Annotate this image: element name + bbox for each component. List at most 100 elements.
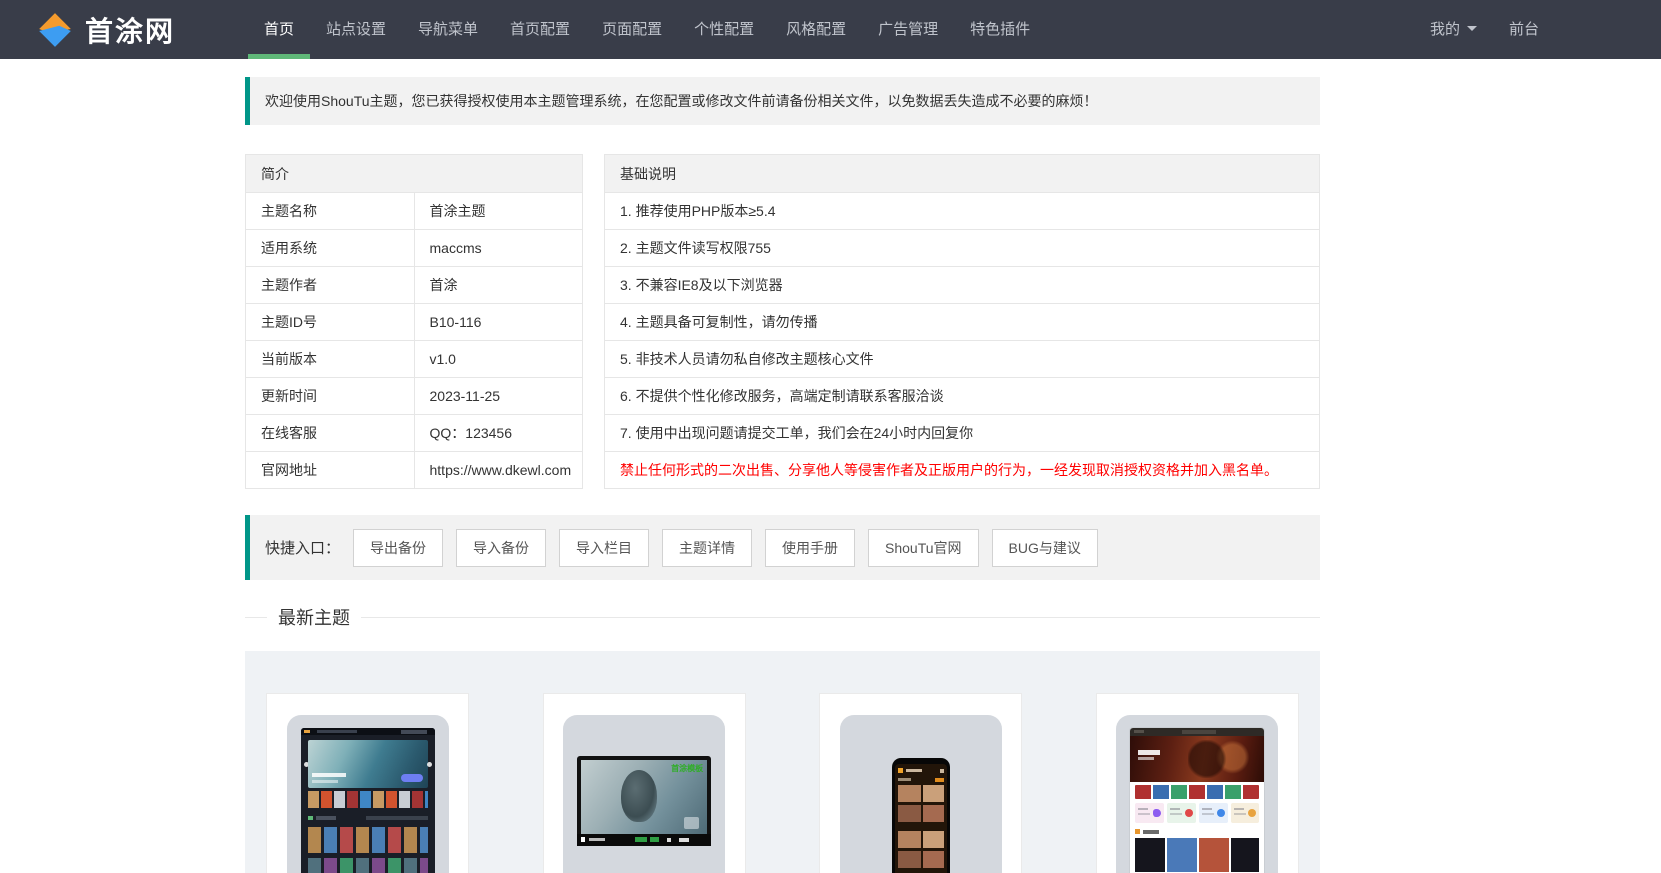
my-label: 我的 xyxy=(1429,21,1460,38)
logo[interactable]: 首涂网 xyxy=(0,0,248,59)
import-categories-button[interactable]: 导入栏目 xyxy=(559,528,650,567)
chevron-down-icon xyxy=(1466,26,1477,36)
nav-item-nav-menu[interactable]: 导航菜单 xyxy=(402,0,494,59)
theme-card[interactable] xyxy=(819,693,1023,873)
mock-video-player: 首涂模板 xyxy=(577,756,712,846)
mock-phone-section-label xyxy=(897,778,944,782)
quick-entry-bar: 快捷入口： 导出备份 导入备份 导入栏目 主题详情 使用手册 ShouTu官网 … xyxy=(245,515,1320,580)
navbar-right: 我的 前台 xyxy=(1414,0,1661,59)
table-row: 5. 非技术人员请勿私自修改主题核心文件 xyxy=(604,340,1320,378)
table-row: 7. 使用中出现问题请提交工单，我们会在24小时内回复你 xyxy=(604,414,1320,452)
table-row: 禁止任何形式的二次出售、分享他人等侵害作者及正版用户的行为，一经发现取消授权资格… xyxy=(604,451,1320,489)
mock-hero-banner xyxy=(307,740,428,788)
table-row: 适用系统 maccms xyxy=(245,229,583,267)
mock-player-screen: 首涂模板 xyxy=(581,760,708,834)
system-value: maccms xyxy=(413,229,583,267)
update-date-value: 2023-11-25 xyxy=(413,377,583,415)
mock-topbar xyxy=(1130,728,1265,736)
mock-video-grid xyxy=(1135,838,1260,873)
info-tables: 简介 主题名称 首涂主题 适用系统 maccms 主题作者 首涂 主题ID号 B10-1… xyxy=(245,154,1320,489)
theme-screenshot-light-movie-site xyxy=(1130,728,1265,873)
nav-item-my[interactable]: 我的 xyxy=(1414,0,1493,59)
nav-item-home-config[interactable]: 首页配置 xyxy=(494,0,586,59)
instructions-table: 基础说明 1. 推荐使用PHP版本≥5.4 2. 主题文件读写权限755 3. … xyxy=(604,154,1320,489)
table-row: 2. 主题文件读写权限755 xyxy=(604,229,1320,267)
theme-card[interactable]: 首涂模板 xyxy=(542,693,746,873)
intro-table-header: 简介 xyxy=(245,154,583,193)
table-row: 在线客服 QQ：123456 xyxy=(245,414,583,452)
nav-item-frontend[interactable]: 前台 xyxy=(1493,0,1555,59)
table-row: 当前版本 v1.0 xyxy=(245,340,583,378)
table-row: 主题ID号 B10-116 xyxy=(245,303,583,341)
play-overlay-icon xyxy=(684,817,700,829)
table-row: 6. 不提供个性化修改服务，高端定制请联系客服洽谈 xyxy=(604,377,1320,415)
bug-feedback-button[interactable]: BUG与建议 xyxy=(991,528,1098,567)
mock-hero-banner xyxy=(1130,736,1265,782)
theme-name-value: 首涂主题 xyxy=(413,192,583,230)
nav-item-ad-management[interactable]: 广告管理 xyxy=(862,0,954,59)
theme-preview-frame xyxy=(286,715,449,873)
welcome-notice: 欢迎使用ShouTu主题，您已获得授权使用本主题管理系统，在您配置或修改文件前请… xyxy=(245,77,1320,125)
mock-thumb-strip xyxy=(1135,785,1260,799)
import-backup-button[interactable]: 导入备份 xyxy=(456,528,547,567)
mock-phone-screen xyxy=(894,764,947,873)
mock-phone xyxy=(891,758,950,873)
export-backup-button[interactable]: 导出备份 xyxy=(353,528,444,567)
latest-themes-title: 最新主题 xyxy=(278,608,350,628)
user-manual-button[interactable]: 使用手册 xyxy=(765,528,856,567)
top-navbar: 首涂网 首页 站点设置 导航菜单 首页配置 页面配置 个性配置 风格配置 广告管… xyxy=(0,0,1661,59)
nav-item-style-config[interactable]: 风格配置 xyxy=(770,0,862,59)
theme-preview-frame xyxy=(839,715,1002,873)
nav-item-page-config[interactable]: 页面配置 xyxy=(586,0,678,59)
table-row: 1. 推荐使用PHP版本≥5.4 xyxy=(604,192,1320,230)
theme-card[interactable] xyxy=(1095,693,1299,873)
quick-entry-label: 快捷入口： xyxy=(265,540,341,557)
intro-table: 简介 主题名称 首涂主题 适用系统 maccms 主题作者 首涂 主题ID号 B10-1… xyxy=(245,154,583,489)
mock-phone-header xyxy=(897,768,944,774)
official-site-value: https://www.dkewl.com xyxy=(413,451,583,489)
table-row: 更新时间 2023-11-25 xyxy=(245,377,583,415)
theme-card[interactable] xyxy=(266,693,469,873)
mock-player-controls xyxy=(577,834,712,846)
nav-item-home[interactable]: 首页 xyxy=(248,0,311,59)
mock-topbar xyxy=(300,728,435,735)
shoutu-official-site-button[interactable]: ShouTu官网 xyxy=(868,528,979,567)
mock-poster-grid xyxy=(307,827,428,873)
mock-feature-card xyxy=(1198,803,1228,823)
theme-id-value: B10-116 xyxy=(413,303,583,341)
logo-icon xyxy=(39,12,71,47)
latest-themes-heading: 最新主题 xyxy=(245,605,1320,629)
nav-item-featured-plugins[interactable]: 特色插件 xyxy=(954,0,1046,59)
support-qq-value: QQ：123456 xyxy=(413,414,583,452)
theme-screenshot-dark-movie-site xyxy=(300,728,435,873)
welcome-notice-text: 欢迎使用ShouTu主题，您已获得授权使用本主题管理系统，在您配置或修改文件前请… xyxy=(265,93,1098,109)
mock-feature-card xyxy=(1167,803,1196,823)
table-row: 主题名称 首涂主题 xyxy=(245,192,583,230)
table-row: 官网地址 https://www.dkewl.com xyxy=(245,451,583,489)
mock-nav-row xyxy=(307,815,428,821)
theme-preview-frame: 首涂模板 xyxy=(563,715,726,873)
latest-themes-panel: 首涂模板 xyxy=(245,651,1320,873)
table-row: 4. 主题具备可复制性，请勿传播 xyxy=(604,303,1320,341)
brand-title: 首涂网 xyxy=(85,14,176,48)
main-content: 欢迎使用ShouTu主题，您已获得授权使用本主题管理系统，在您配置或修改文件前请… xyxy=(245,77,1320,873)
divider-line xyxy=(245,616,267,618)
theme-preview-frame xyxy=(1116,715,1279,873)
mock-section-header xyxy=(1135,829,1260,834)
license-warning-text: 禁止任何形式的二次出售、分享他人等侵害作者及正版用户的行为，一经发现取消授权资格… xyxy=(604,451,1320,489)
mock-feature-cards xyxy=(1135,803,1260,823)
nav-item-site-settings[interactable]: 站点设置 xyxy=(310,0,402,59)
mock-phone-photo-grid xyxy=(897,785,944,873)
mock-poster-strip xyxy=(307,791,428,808)
table-row: 3. 不兼容IE8及以下浏览器 xyxy=(604,266,1320,304)
theme-details-button[interactable]: 主题详情 xyxy=(662,528,753,567)
author-value: 首涂 xyxy=(413,266,583,304)
main-nav: 首页 站点设置 导航菜单 首页配置 页面配置 个性配置 风格配置 广告管理 特色… xyxy=(248,0,1046,59)
mock-feature-card xyxy=(1135,803,1165,823)
mock-feature-card xyxy=(1230,803,1260,823)
nav-item-personal-config[interactable]: 个性配置 xyxy=(678,0,770,59)
version-value: v1.0 xyxy=(413,340,583,378)
player-watermark: 首涂模板 xyxy=(671,764,704,773)
instructions-table-header: 基础说明 xyxy=(604,154,1320,193)
table-row: 主题作者 首涂 xyxy=(245,266,583,304)
